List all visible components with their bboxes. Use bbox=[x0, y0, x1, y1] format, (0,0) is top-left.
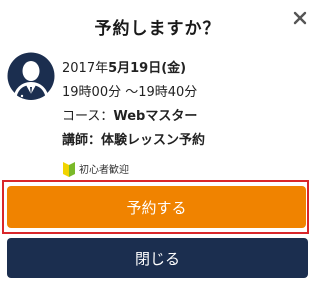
lesson-date: 2017年5月19日(金) bbox=[62, 57, 312, 81]
lesson-instructor: 講師：体験レッスン予約 bbox=[62, 129, 312, 153]
dialog-title: 予約しますか？ bbox=[94, 19, 221, 39]
user-avatar-icon bbox=[7, 52, 55, 100]
lesson-time: 19時00分 ～19時40分 bbox=[62, 85, 198, 100]
lesson-date-day: 5月19日(金) bbox=[108, 61, 187, 76]
course-label: コース： bbox=[62, 109, 114, 124]
beginner-welcome-label: 初心者歓迎 bbox=[79, 165, 129, 176]
lesson-date-year: 2017年 bbox=[62, 61, 109, 76]
instructor-label: 講師： bbox=[62, 133, 102, 148]
close-icon[interactable] bbox=[290, 8, 310, 28]
lesson-info: 2017年5月19日(金) 19時00分 ～19時40分 コース：Webマスター… bbox=[62, 57, 312, 153]
beginner-mark-icon bbox=[63, 161, 75, 181]
instructor-value: 体験レッスン予約 bbox=[101, 133, 206, 148]
close-button[interactable]: 閉じる bbox=[7, 238, 308, 278]
beginner-welcome-badge: 初心者歓迎 bbox=[63, 161, 129, 181]
lesson-course: コース：Webマスター bbox=[62, 105, 312, 129]
reservation-dialog: 予約しますか？ 2017年5月19日(金) 19時00分 ～19時40分 コース bbox=[0, 0, 315, 285]
course-value: Webマスター bbox=[113, 109, 198, 124]
reserve-button[interactable]: 予約する bbox=[7, 186, 306, 228]
